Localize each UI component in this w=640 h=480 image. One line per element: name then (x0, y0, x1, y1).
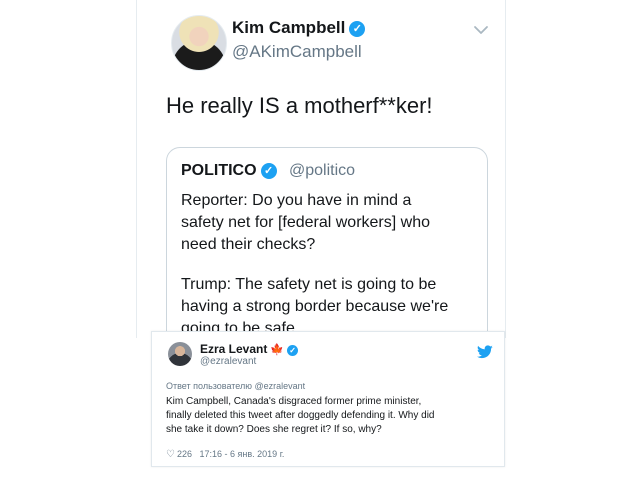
bottom-tweet-author-name-text[interactable]: Ezra Levant (200, 342, 267, 356)
quoted-author-handle[interactable]: @politico (289, 162, 355, 180)
top-tweet-author-name-text[interactable]: Kim Campbell (232, 18, 345, 37)
like-count[interactable]: 226 (177, 449, 192, 459)
bottom-tweet-author-name[interactable]: Ezra Levant 🍁 ✓ (200, 342, 299, 356)
heart-icon[interactable]: ♡ (166, 449, 175, 460)
maple-leaf-icon: 🍁 (270, 344, 285, 356)
top-tweet-text: He really IS a motherf**ker! (166, 93, 433, 118)
quoted-text-line: having a strong border because we're (181, 298, 449, 315)
quoted-author-name[interactable]: POLITICO ✓ (181, 162, 277, 180)
bottom-tweet-text-line: she take it down? Does she regret it? If… (166, 424, 382, 435)
quoted-text-line: need their checks? (181, 236, 316, 253)
quoted-text-line: Reporter: Do you have in mind a (181, 192, 412, 209)
top-tweet-author-handle[interactable]: @AKimCampbell (232, 42, 362, 62)
bottom-tweet-text-line: finally deleted this tweet after doggedl… (166, 410, 435, 421)
ezra-levant-avatar[interactable] (168, 342, 192, 366)
tweet-timestamp[interactable]: 17:16 - 6 янв. 2019 г. (200, 449, 285, 459)
verified-badge-icon: ✓ (260, 163, 277, 179)
verified-badge-icon: ✓ (349, 21, 366, 37)
quoted-text-line: safety net for [federal workers] who (181, 214, 430, 231)
bottom-tweet-author-handle[interactable]: @ezralevant (200, 356, 256, 367)
twitter-bird-icon[interactable] (477, 345, 493, 359)
quoted-text-line: Trump: The safety net is going to be (181, 276, 437, 293)
chevron-down-icon[interactable] (473, 22, 489, 38)
reply-to-label[interactable]: Ответ пользователю @ezralevant (166, 381, 305, 391)
tweet-meta: ♡ 226 17:16 - 6 янв. 2019 г. (166, 449, 284, 460)
top-tweet-author-name[interactable]: Kim Campbell ✓ (232, 18, 366, 38)
kim-campbell-avatar[interactable] (171, 15, 227, 71)
bottom-tweet-card: Ezra Levant 🍁 ✓ @ezralevant Ответ пользова… (151, 331, 505, 467)
bottom-tweet-text-line: Kim Campbell, Canada's disgraced former … (166, 396, 422, 407)
quoted-tweet-card[interactable]: POLITICO ✓ @politico Reporter: Do you hav… (166, 147, 488, 359)
quoted-author-name-text[interactable]: POLITICO (181, 162, 257, 179)
verified-badge-icon: ✓ (287, 345, 299, 356)
